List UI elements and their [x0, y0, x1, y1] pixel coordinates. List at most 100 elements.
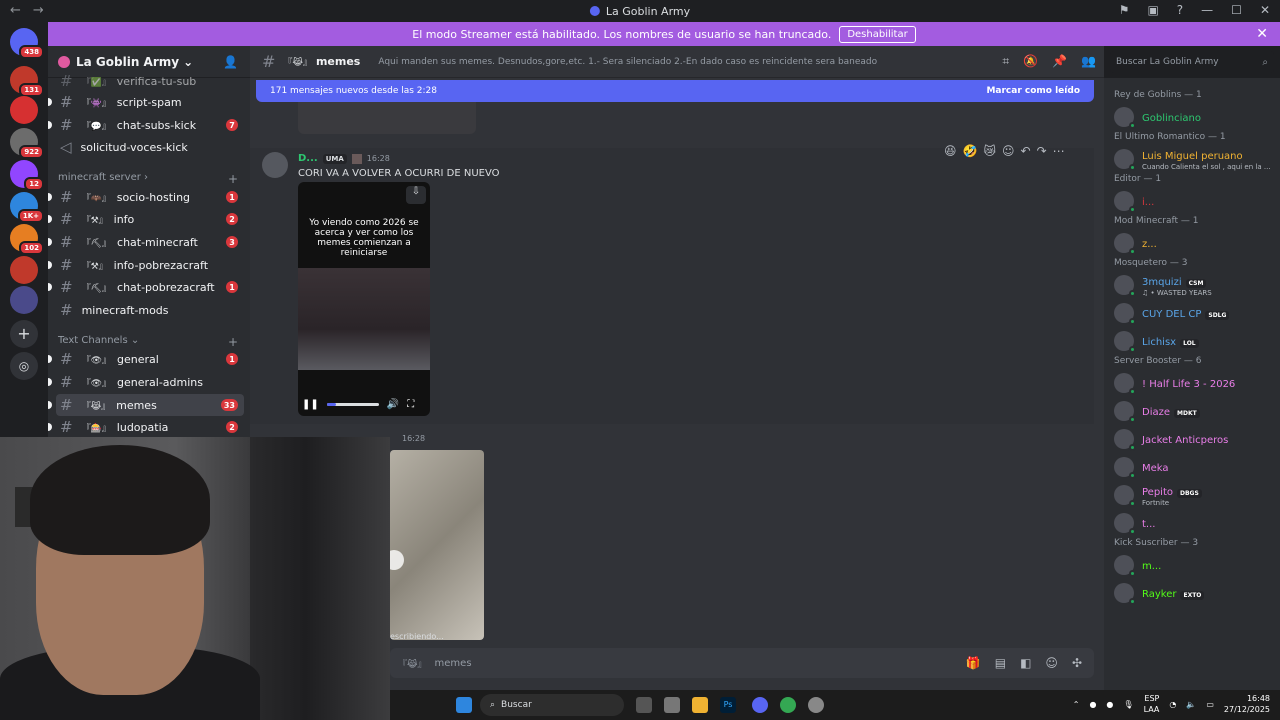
new-messages-bar[interactable]: 171 mensajes nuevos desde las 2:28 Marca… — [256, 80, 1094, 102]
forward-icon[interactable]: → — [33, 3, 44, 18]
app-icon[interactable] — [808, 697, 824, 713]
pin-icon[interactable]: 📌 — [1052, 54, 1067, 69]
channel-item[interactable]: # 『🦇』 socio-hosting 1 — [48, 186, 244, 208]
add-channel-icon[interactable]: + — [228, 172, 238, 186]
server-icon[interactable] — [10, 256, 38, 284]
video-player[interactable]: ⇩ Yo viendo como 2026 se acerca y ver co… — [298, 182, 430, 416]
forward-message-icon[interactable]: ↷ — [1037, 144, 1047, 158]
channel-item[interactable]: ◁ solicitud-voces-kick — [56, 136, 244, 158]
attachment-video[interactable] — [384, 450, 484, 640]
member-item[interactable]: Meka — [1110, 454, 1274, 480]
channel-item[interactable]: # 『👁』 general-admins — [48, 371, 244, 393]
photoshop-icon[interactable]: Ps — [720, 697, 736, 713]
volume-icon[interactable]: 🔊 — [387, 399, 399, 410]
chrome-icon[interactable] — [780, 697, 796, 713]
avatar[interactable] — [262, 152, 288, 178]
reply-icon[interactable]: ↶ — [1021, 144, 1031, 158]
download-icon[interactable]: ⇩ — [406, 186, 426, 204]
volume-icon[interactable]: 🔈 — [1186, 700, 1196, 709]
channel-item[interactable]: # 『👁』 general 1 — [48, 348, 244, 370]
member-item[interactable]: Luis Miguel peruano Cuando Calienta el so… — [1110, 146, 1274, 172]
threads-icon[interactable]: ⌗ — [1002, 54, 1009, 69]
disable-streamer-button[interactable]: Deshabilitar — [839, 25, 916, 43]
clock[interactable]: 16:48 27/12/2025 — [1224, 693, 1270, 715]
channel-item[interactable]: # 『⛏』 chat-minecraft 3 — [48, 231, 244, 253]
gift-icon[interactable]: 🎁 — [966, 656, 981, 670]
video-progress[interactable] — [326, 402, 379, 406]
mark-read-button[interactable]: Marcar como leído — [986, 86, 1080, 96]
fullscreen-icon[interactable]: ⛶ — [407, 399, 414, 410]
server-icon[interactable]: 131 — [10, 66, 44, 97]
task-view-icon[interactable] — [636, 697, 652, 713]
category-text-channels[interactable]: Text Channels ⌄ + — [58, 335, 238, 349]
inbox-icon[interactable]: ⚑ — [1119, 3, 1130, 17]
wifi-icon[interactable]: ◔ — [1169, 700, 1176, 709]
back-icon[interactable]: ← — [10, 3, 21, 18]
tray-icon[interactable]: ● — [1089, 700, 1096, 709]
reaction-emoji-icon[interactable]: 😿 — [983, 144, 996, 158]
channel-item[interactable]: # 『💬』 chat-subs-kick 7 — [48, 114, 244, 136]
apps-icon[interactable]: ✣ — [1072, 656, 1082, 670]
file-explorer-icon[interactable] — [692, 697, 708, 713]
member-item[interactable]: Goblinciano — [1110, 104, 1274, 130]
emoji-icon[interactable]: ☺ — [1045, 656, 1058, 670]
member-item[interactable]: Lichisx LOL — [1110, 328, 1274, 354]
member-item[interactable]: Rayker EXTO — [1110, 580, 1274, 606]
channel-item[interactable]: # 『⛏』 chat-pobrezacraft 1 — [48, 276, 244, 298]
channel-item[interactable]: # 『🎰』 ludopatia 2 — [48, 416, 244, 438]
add-user-icon[interactable]: 👤 — [223, 55, 238, 69]
channel-item[interactable]: # 『✅』 verifica-tu-sub — [56, 70, 244, 92]
maximize-icon[interactable]: ☐ — [1231, 3, 1242, 17]
sticker-icon[interactable]: ◧ — [1020, 656, 1031, 670]
windows-start-icon[interactable] — [456, 697, 472, 713]
close-icon[interactable]: ✕ — [1256, 26, 1268, 42]
discord-home-icon[interactable]: 438 — [10, 28, 44, 59]
server-icon[interactable]: 12 — [10, 160, 44, 191]
member-item[interactable]: z... — [1110, 230, 1274, 256]
battery-icon[interactable]: ▭ — [1206, 700, 1214, 709]
member-item[interactable]: CUY DEL CP SDLG — [1110, 300, 1274, 326]
reaction-emoji-icon[interactable]: 🤣 — [963, 144, 978, 158]
reaction-emoji-icon[interactable]: 😆 — [944, 144, 957, 158]
app-icon[interactable] — [664, 697, 680, 713]
member-item[interactable]: ! Half Life 3 - 2026 — [1110, 370, 1274, 396]
member-item[interactable]: i... — [1110, 188, 1274, 214]
channel-item[interactable]: # 『👾』 script-spam — [48, 91, 244, 113]
more-icon[interactable]: ⋯ — [1053, 144, 1065, 158]
chevron-up-icon[interactable]: ⌃ — [1073, 700, 1080, 709]
microphone-icon[interactable]: 🎙 — [1123, 700, 1133, 709]
minimize-icon[interactable]: — — [1201, 3, 1213, 17]
pause-icon[interactable]: ❚❚ — [302, 399, 319, 410]
member-item[interactable]: t... — [1110, 510, 1274, 536]
server-icon[interactable] — [10, 96, 38, 124]
message-input[interactable]: 『😹』 memes 🎁 ▤ ◧ ☺ ✣ — [390, 648, 1094, 678]
language-indicator[interactable]: ESP LAA — [1144, 693, 1160, 715]
gif-icon[interactable]: ▤ — [995, 656, 1006, 670]
mute-icon[interactable]: 🔕 — [1023, 54, 1038, 69]
member-item[interactable]: Diaze MDKT — [1110, 398, 1274, 424]
discord-icon[interactable] — [752, 697, 768, 713]
channel-topic[interactable]: Aqui manden sus memes. Desnudos,gore,etc… — [378, 57, 1008, 67]
help-icon[interactable]: ? — [1177, 3, 1183, 17]
add-reaction-icon[interactable]: ☺ — [1002, 144, 1015, 158]
add-channel-icon[interactable]: + — [228, 335, 238, 349]
search-input[interactable]: Buscar La Goblin Army ⌕ — [1110, 51, 1274, 73]
member-item[interactable]: Pepito DBGS Fortnite — [1110, 482, 1274, 508]
category-minecraft[interactable]: minecraft server › + — [58, 172, 238, 186]
channel-item[interactable]: # 『⚒』 info 2 — [48, 208, 244, 230]
server-icon[interactable]: 102 — [10, 224, 44, 255]
channel-item[interactable]: # 『⚒』 info-pobrezacraft — [48, 254, 244, 276]
explore-icon[interactable]: ◎ — [10, 352, 38, 380]
server-icon[interactable]: 1K+ — [10, 192, 44, 223]
channel-item-active[interactable]: # 『😹』 memes 33 — [48, 394, 244, 416]
member-item[interactable]: m... — [1110, 552, 1274, 578]
add-server-icon[interactable]: + — [10, 320, 38, 348]
screen-icon[interactable]: ▣ — [1147, 3, 1158, 17]
members-icon[interactable]: 👥 — [1081, 54, 1096, 69]
server-icon[interactable]: 922 — [10, 128, 44, 159]
member-item[interactable]: 3mquizi CSM ♫ • WASTED YEARS — [1110, 272, 1274, 298]
attachment-image[interactable] — [298, 102, 476, 134]
member-item[interactable]: Jacket Anticperos — [1110, 426, 1274, 452]
taskbar-search[interactable]: ⌕ Buscar — [480, 694, 624, 716]
server-icon[interactable] — [10, 286, 38, 314]
